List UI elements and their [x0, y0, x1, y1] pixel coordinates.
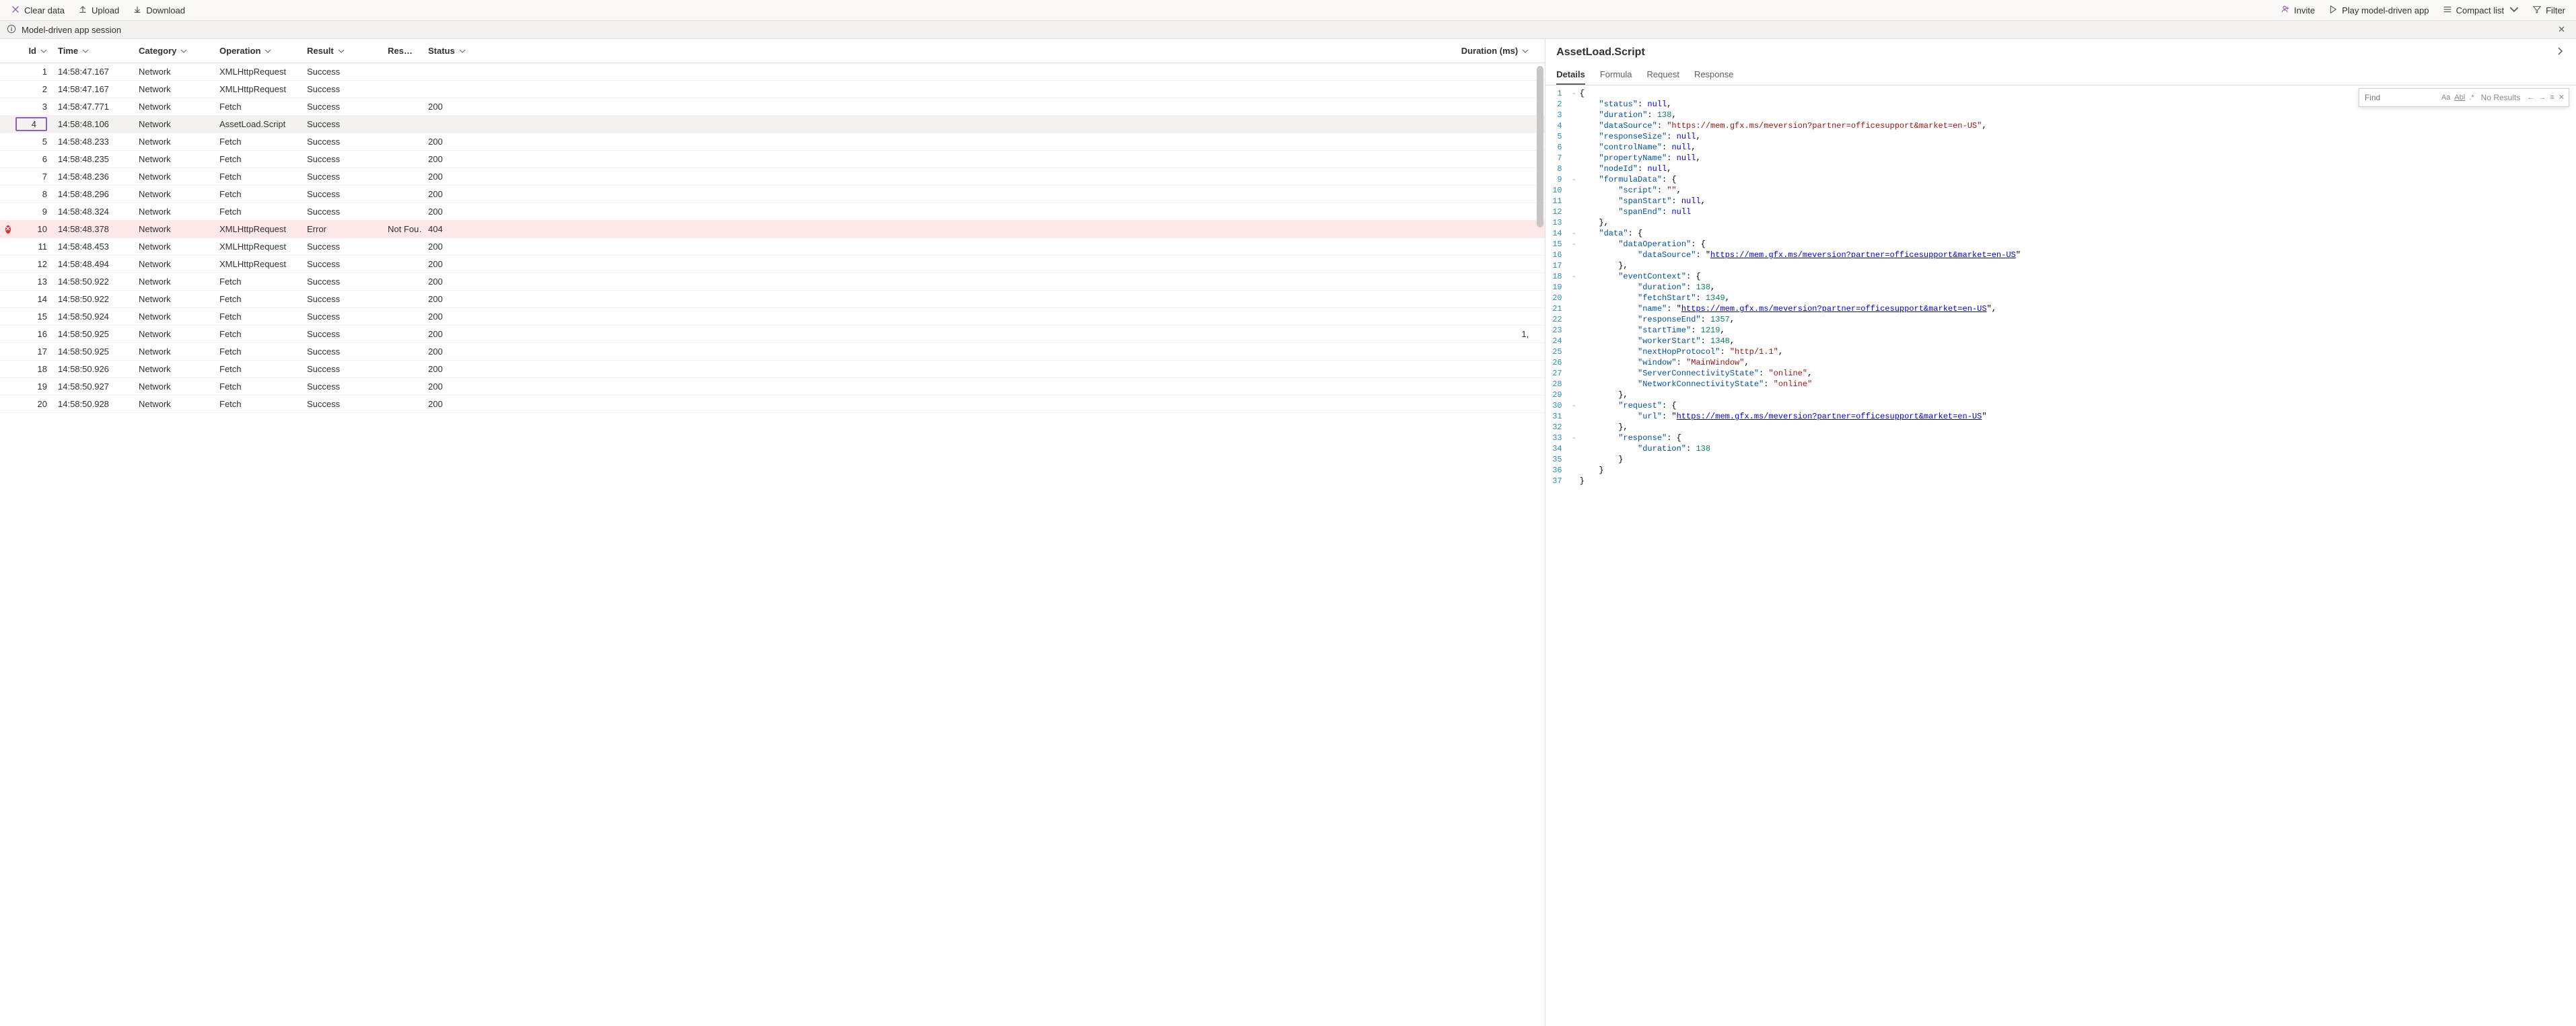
- chevron-down-icon: [2509, 5, 2519, 16]
- download-label: Download: [146, 5, 185, 15]
- main-toolbar: Clear data Upload Download Invite Play m…: [0, 0, 2576, 20]
- table-row[interactable]: 914:58:48.324NetworkFetchSuccess200: [0, 203, 1545, 221]
- table-row[interactable]: 314:58:47.771NetworkFetchSuccess200: [0, 98, 1545, 116]
- invite-button[interactable]: Invite: [2275, 3, 2320, 18]
- col-res2[interactable]: Res…: [382, 46, 423, 56]
- find-input[interactable]: [2363, 91, 2437, 104]
- table-row[interactable]: 1314:58:50.922NetworkFetchSuccess200: [0, 273, 1545, 291]
- tab-formula[interactable]: Formula: [1600, 65, 1632, 85]
- detail-title: AssetLoad.Script: [1556, 46, 1645, 59]
- table-row[interactable]: 1714:58:50.925NetworkFetchSuccess200: [0, 343, 1545, 361]
- table-row[interactable]: 214:58:47.167NetworkXMLHttpRequestSucces…: [0, 81, 1545, 98]
- find-prev-icon[interactable]: ←: [2527, 92, 2534, 103]
- detail-tabs: Details Formula Request Response: [1545, 61, 2576, 85]
- fold-gutter[interactable]: - - - - - - -: [1572, 88, 1580, 1026]
- table-body[interactable]: 114:58:47.167NetworkXMLHttpRequestSucces…: [0, 63, 1545, 1026]
- invite-label: Invite: [2294, 5, 2315, 15]
- find-result-text: No Results: [2478, 92, 2523, 103]
- upload-icon: [78, 5, 88, 16]
- play-app-button[interactable]: Play model-driven app: [2323, 3, 2434, 18]
- person-add-icon: [2281, 5, 2290, 16]
- find-in-selection-icon[interactable]: ≡: [2550, 92, 2554, 103]
- tab-response[interactable]: Response: [1694, 65, 1734, 85]
- close-session-button[interactable]: ✕: [2554, 22, 2569, 38]
- upload-label: Upload: [92, 5, 119, 15]
- play-icon: [2328, 5, 2338, 16]
- code-viewer[interactable]: Aa Abl .* No Results ← → ≡ ✕ 1 2 3 4 5 6…: [1545, 85, 2576, 1026]
- filter-label: Filter: [2546, 5, 2565, 15]
- session-title: Model-driven app session: [22, 25, 121, 35]
- detail-pane: AssetLoad.Script Details Formula Request Re…: [1545, 39, 2576, 1026]
- clear-data-label: Clear data: [24, 5, 65, 15]
- col-status[interactable]: Status: [423, 46, 490, 56]
- col-result[interactable]: Result: [302, 46, 382, 56]
- list-icon: [2443, 5, 2452, 16]
- table-row[interactable]: 614:58:48.235NetworkFetchSuccess200: [0, 151, 1545, 168]
- table-row[interactable]: 1814:58:50.926NetworkFetchSuccess200: [0, 361, 1545, 378]
- table-row[interactable]: 1214:58:48.494NetworkXMLHttpRequestSucce…: [0, 256, 1545, 273]
- expand-pane-button[interactable]: [2554, 46, 2565, 59]
- table-row[interactable]: 1514:58:50.924NetworkFetchSuccess200: [0, 308, 1545, 326]
- filter-button[interactable]: Filter: [2527, 3, 2571, 18]
- col-category[interactable]: Category: [133, 46, 214, 56]
- find-bar: Aa Abl .* No Results ← → ≡ ✕: [2359, 88, 2569, 107]
- upload-button[interactable]: Upload: [73, 3, 125, 18]
- table-row[interactable]: 514:58:48.233NetworkFetchSuccess200: [0, 133, 1545, 151]
- download-icon: [133, 5, 142, 16]
- compact-list-button[interactable]: Compact list: [2437, 3, 2525, 18]
- scrollbar-thumb[interactable]: [1537, 66, 1543, 227]
- col-operation[interactable]: Operation: [214, 46, 302, 56]
- info-icon: [7, 24, 16, 36]
- error-icon: ✕: [5, 225, 11, 233]
- filter-icon: [2532, 5, 2542, 16]
- match-case-icon[interactable]: Aa: [2441, 92, 2450, 103]
- col-id[interactable]: Id: [12, 46, 53, 56]
- table-row[interactable]: 1414:58:50.922NetworkFetchSuccess200: [0, 291, 1545, 308]
- table-row[interactable]: 1114:58:48.453NetworkXMLHttpRequestSucce…: [0, 238, 1545, 256]
- tab-details[interactable]: Details: [1556, 65, 1585, 85]
- compact-label: Compact list: [2456, 5, 2505, 15]
- close-icon: [11, 5, 20, 16]
- table-row[interactable]: ✕1014:58:48.378NetworkXMLHttpRequestErro…: [0, 221, 1545, 238]
- line-gutter: 1 2 3 4 5 6 7 8 9 10 11 12 13 14 15 16 1…: [1545, 88, 1571, 1026]
- events-table: Id Time Category Operation Result Res… S…: [0, 39, 1545, 1026]
- table-row[interactable]: 1914:58:50.927NetworkFetchSuccess200: [0, 378, 1545, 396]
- code-content: { "status": null, "duration": 138, "data…: [1580, 88, 2031, 1026]
- col-duration[interactable]: Duration (ms): [490, 46, 1545, 56]
- find-close-icon[interactable]: ✕: [2558, 92, 2565, 103]
- session-bar: Model-driven app session ✕: [0, 20, 2576, 39]
- table-row[interactable]: 114:58:47.167NetworkXMLHttpRequestSucces…: [0, 63, 1545, 81]
- match-word-icon[interactable]: Abl: [2454, 92, 2465, 103]
- table-row[interactable]: 714:58:48.236NetworkFetchSuccess200: [0, 168, 1545, 186]
- clear-data-button[interactable]: Clear data: [5, 3, 70, 18]
- table-row[interactable]: 1614:58:50.925NetworkFetchSuccess2001,: [0, 326, 1545, 343]
- play-label: Play model-driven app: [2342, 5, 2429, 15]
- table-row[interactable]: 814:58:48.296NetworkFetchSuccess200: [0, 186, 1545, 203]
- download-button[interactable]: Download: [127, 3, 190, 18]
- table-header: Id Time Category Operation Result Res… S…: [0, 39, 1545, 63]
- regex-icon[interactable]: .*: [2469, 92, 2474, 103]
- find-next-icon[interactable]: →: [2538, 92, 2546, 103]
- col-time[interactable]: Time: [53, 46, 133, 56]
- table-row[interactable]: 2014:58:50.928NetworkFetchSuccess200: [0, 396, 1545, 413]
- table-row[interactable]: 414:58:48.106NetworkAssetLoad.ScriptSucc…: [0, 116, 1545, 133]
- tab-request[interactable]: Request: [1647, 65, 1679, 85]
